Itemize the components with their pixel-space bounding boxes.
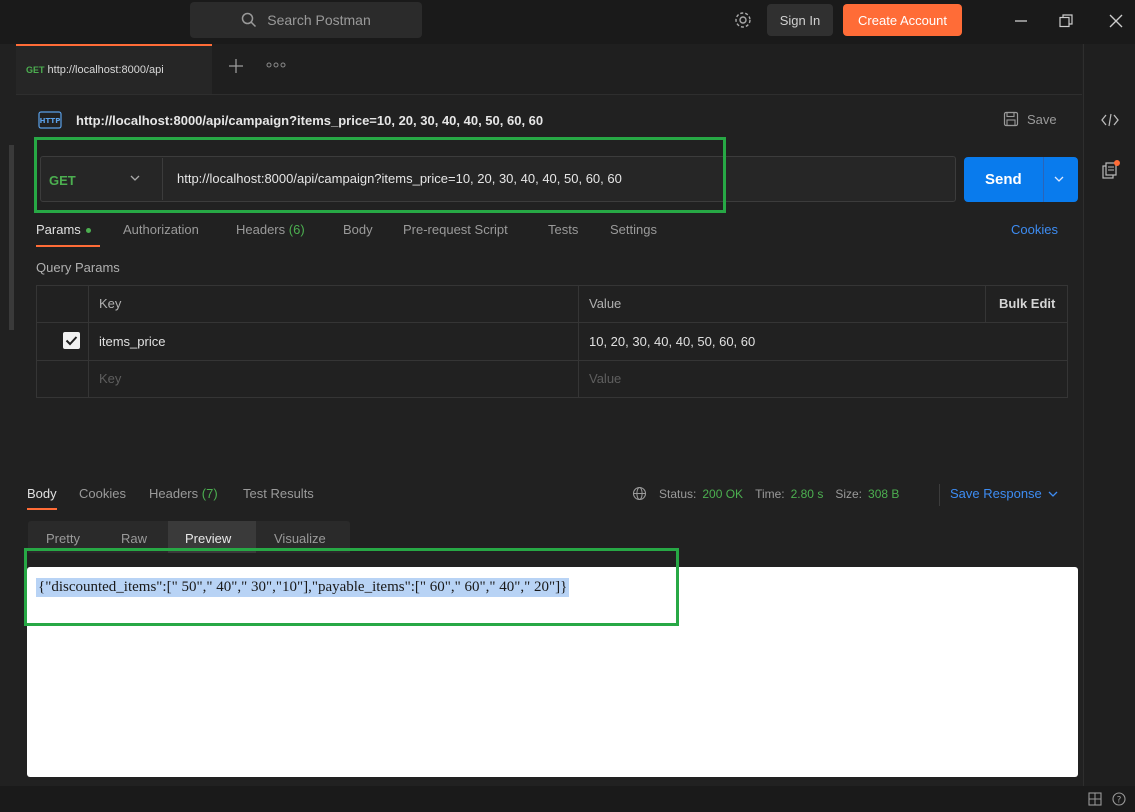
active-tab-underline (36, 245, 100, 247)
status-bar (0, 786, 1135, 812)
save-response-divider (939, 484, 940, 506)
send-divider (1043, 157, 1044, 202)
response-tab-body[interactable]: Body (27, 486, 57, 501)
checkmark-icon (65, 336, 78, 346)
save-response-button[interactable]: Save Response (950, 486, 1058, 501)
save-button[interactable]: Save (1003, 111, 1057, 127)
tab-method: GET (26, 65, 45, 75)
save-response-label: Save Response (950, 486, 1042, 501)
response-headers-label: Headers (149, 486, 199, 501)
send-chevron-down-icon[interactable] (1054, 175, 1064, 183)
status-value: 200 OK (702, 486, 744, 501)
tab-body[interactable]: Body (343, 222, 373, 237)
param-checkbox[interactable] (63, 332, 80, 349)
table-col-divider (88, 285, 89, 398)
response-tab-underline (27, 508, 57, 510)
header-value: Value (589, 296, 622, 311)
headers-count: (6) (288, 222, 305, 237)
svg-text:?: ? (1117, 796, 1122, 806)
header-key: Key (99, 296, 122, 311)
code-snippet-icon[interactable] (1101, 113, 1119, 127)
response-tab-cookies[interactable]: Cookies (79, 486, 126, 501)
title-bar (0, 0, 1135, 44)
response-headers-count: (7) (201, 486, 218, 501)
save-icon (1003, 111, 1019, 127)
time-label: Time: (755, 486, 785, 501)
restore-icon[interactable] (1051, 8, 1081, 34)
response-tab-headers[interactable]: Headers (7) (149, 486, 218, 501)
params-active-dot (85, 228, 91, 234)
save-label: Save (1027, 111, 1057, 127)
settings-gear-icon[interactable] (733, 10, 753, 30)
layout-icon[interactable] (1088, 792, 1102, 806)
tab-headers[interactable]: Headers (6) (236, 222, 305, 237)
tab-headers-label: Headers (236, 222, 286, 237)
tab-title: http://localhost:8000/api (47, 64, 164, 76)
new-tab-plus-icon[interactable] (228, 58, 244, 74)
response-status-line: Status: 200 OK Time: 2.80 s Size: 308 B (632, 486, 899, 501)
more-tabs-icon[interactable] (266, 62, 286, 68)
query-params-label: Query Params (36, 260, 120, 275)
table-divider (36, 360, 1068, 361)
tab-params-label: Params (36, 222, 81, 237)
response-highlight-box (24, 548, 679, 626)
view-raw[interactable]: Raw (121, 531, 147, 546)
close-icon[interactable] (1101, 8, 1131, 34)
tab-params[interactable]: Params (36, 222, 91, 237)
table-col-divider (578, 285, 579, 398)
minimize-icon[interactable] (1006, 8, 1036, 34)
search-placeholder: Search Postman (267, 12, 371, 28)
globe-icon[interactable] (632, 486, 647, 501)
create-account-button[interactable]: Create Account (843, 4, 962, 36)
status-label: Status: (659, 486, 697, 501)
http-icon: HTTP (38, 110, 62, 130)
new-key-input[interactable]: Key (99, 371, 121, 386)
size-label: Size: (835, 486, 863, 501)
left-edge-divider (9, 145, 14, 330)
request-tab[interactable]: GET http://localhost:8000/api (16, 44, 212, 94)
param-key[interactable]: items_price (99, 334, 165, 349)
documentation-icon[interactable] (1101, 160, 1121, 180)
cookies-link[interactable]: Cookies (1011, 222, 1058, 237)
tab-settings[interactable]: Settings (610, 222, 657, 237)
search-bar[interactable]: Search Postman (190, 2, 422, 38)
tab-tests[interactable]: Tests (548, 222, 578, 237)
tab-pre-request-script[interactable]: Pre-request Script (403, 222, 508, 237)
size-value: 308 B (868, 486, 900, 501)
help-icon[interactable]: ? (1112, 792, 1126, 806)
view-pretty[interactable]: Pretty (46, 531, 80, 546)
new-value-input[interactable]: Value (589, 371, 621, 386)
view-preview[interactable]: Preview (185, 531, 231, 546)
table-divider (36, 322, 1068, 323)
sign-in-button[interactable]: Sign In (767, 4, 833, 36)
svg-text:HTTP: HTTP (40, 117, 61, 125)
view-visualize[interactable]: Visualize (274, 531, 326, 546)
tab-authorization[interactable]: Authorization (123, 222, 199, 237)
chevron-down-icon (1048, 490, 1058, 498)
send-label[interactable]: Send (985, 171, 1022, 188)
url-highlight-box (34, 137, 726, 213)
request-title[interactable]: http://localhost:8000/api/campaign?items… (76, 113, 543, 128)
time-value: 2.80 s (790, 486, 824, 501)
response-tab-test-results[interactable]: Test Results (243, 486, 314, 501)
param-value[interactable]: 10, 20, 30, 40, 40, 50, 60, 60 (589, 334, 755, 349)
params-table (36, 285, 1068, 398)
search-icon (241, 12, 257, 28)
bulk-edit-button[interactable]: Bulk Edit (999, 296, 1055, 311)
table-col-divider (985, 285, 986, 322)
